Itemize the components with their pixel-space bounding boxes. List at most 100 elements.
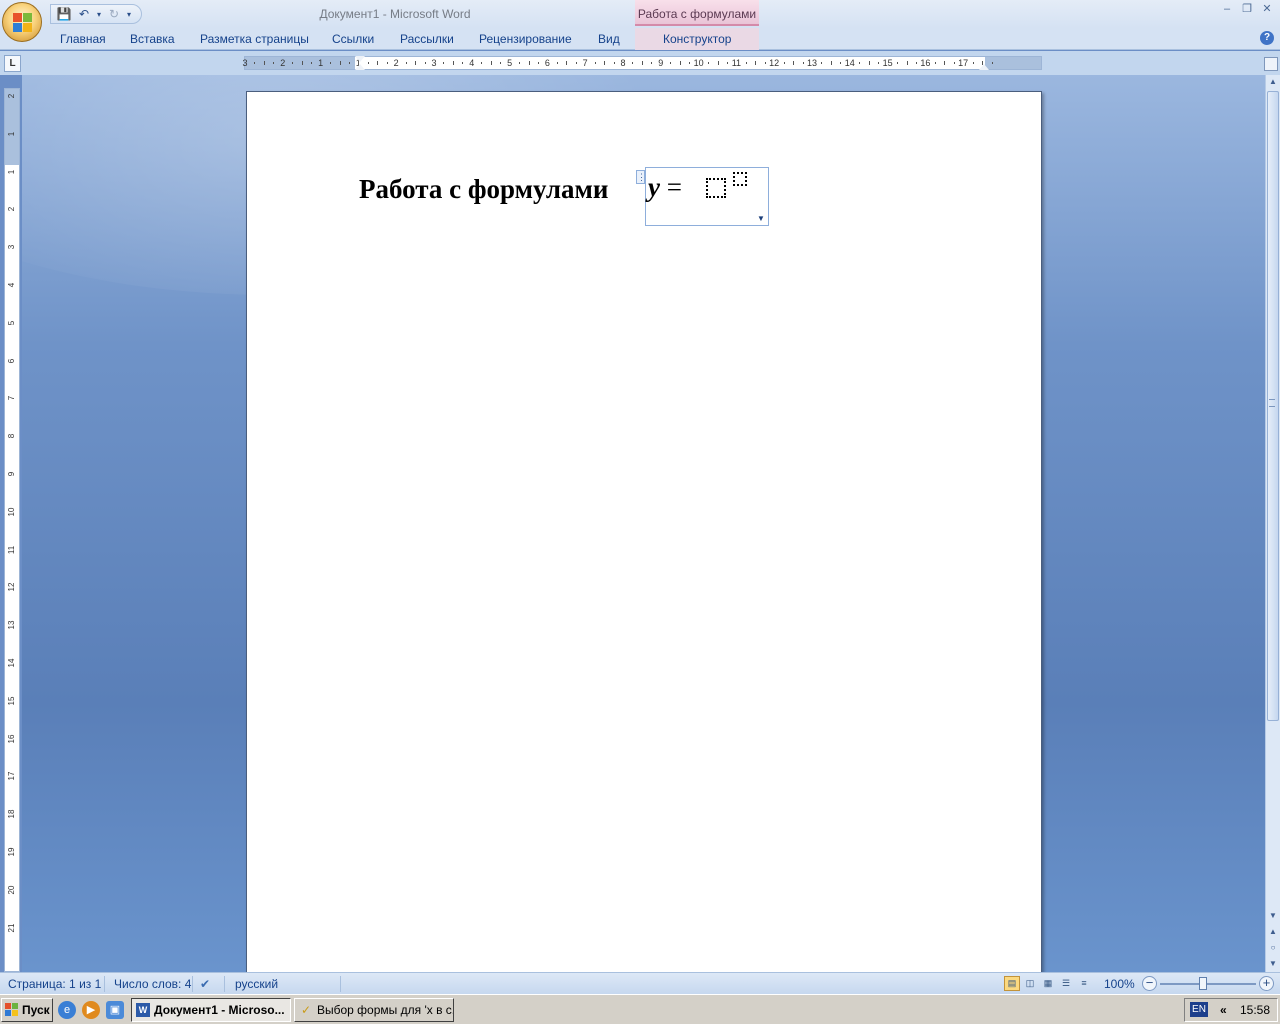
tab-home[interactable]: Главная (60, 32, 106, 46)
taskbar-item-label: Документ1 - Microso... (154, 1003, 285, 1017)
tab-references[interactable]: Ссылки (332, 32, 374, 46)
minimize-button[interactable]: – (1220, 2, 1234, 16)
view-buttons: ▤ ◫ ▦ ☰ ≡ (1004, 976, 1092, 991)
ruler-number: 18 (7, 809, 16, 819)
ruler-tick (424, 62, 426, 64)
tab-view[interactable]: Вид (598, 32, 620, 46)
tray-expand-icon[interactable]: « (1220, 1003, 1227, 1017)
vertical-ruler[interactable]: 2 1 1 2 3 4 5 6 7 8 9 10 11 12 13 14 15 16 17 18 19 20 21 (4, 88, 20, 972)
ruler-number: 13 (806, 58, 817, 68)
office-button[interactable] (2, 2, 42, 42)
ruler-tick (311, 62, 313, 64)
scroll-up-icon[interactable]: ▲ (1266, 75, 1280, 89)
ruler-number: 16 (920, 58, 931, 68)
scroll-grip-icon (1269, 399, 1275, 407)
ruler-number: 7 (7, 396, 16, 401)
ruler-right-margin (985, 57, 1041, 69)
ruler-tick (481, 62, 483, 64)
full-screen-reading-icon[interactable]: ◫ (1022, 976, 1038, 991)
equation-operator: = (666, 172, 682, 202)
equation-superscript-placeholder[interactable] (733, 172, 747, 186)
zoom-slider-track[interactable] (1160, 983, 1256, 985)
view-ruler-icon[interactable] (1264, 57, 1278, 71)
spelling-check-icon[interactable]: ✔ (200, 977, 210, 991)
ruler-number: 10 (7, 507, 16, 517)
tab-design[interactable]: Конструктор (663, 32, 731, 46)
status-word-count[interactable]: Число слов: 4 (114, 977, 191, 991)
ruler-tick (793, 61, 795, 65)
print-layout-icon[interactable]: ▤ (1004, 976, 1020, 991)
scroll-down-icon[interactable]: ▼ (1266, 909, 1280, 923)
ruler-tick (708, 62, 710, 64)
taskbar-item-browser[interactable]: ✓ Выбор формы для 'x в с... (294, 998, 454, 1022)
language-indicator[interactable]: EN (1190, 1002, 1208, 1017)
taskbar-item-word[interactable]: W Документ1 - Microso... (131, 998, 291, 1022)
ruler-tick (783, 62, 785, 64)
ruler-number: 2 (7, 93, 16, 99)
ruler-tick (490, 61, 492, 65)
document-workspace: Работа с формулами ⋮ y = ▼ (22, 75, 1265, 972)
equation-text[interactable]: y = (648, 172, 682, 203)
draft-view-icon[interactable]: ≡ (1076, 976, 1092, 991)
tab-stop-selector[interactable]: L (4, 55, 21, 72)
ruler-tick (500, 62, 502, 64)
tab-mailings[interactable]: Рассылки (400, 32, 454, 46)
contextual-tab-header: Работа с формулами (635, 0, 759, 26)
ruler-tick (594, 62, 596, 64)
ruler-number: 3 (7, 244, 16, 250)
status-language[interactable]: русский (235, 977, 278, 991)
first-line-indent-marker[interactable] (355, 56, 365, 62)
document-heading[interactable]: Работа с формулами (359, 174, 608, 205)
zoom-level[interactable]: 100% (1104, 977, 1135, 991)
tab-review[interactable]: Рецензирование (479, 32, 572, 46)
outline-view-icon[interactable]: ☰ (1058, 976, 1074, 991)
ruler-tick (868, 61, 870, 65)
right-indent-marker[interactable] (979, 64, 989, 70)
close-button[interactable]: ✕ (1260, 2, 1274, 16)
clock[interactable]: 15:58 (1240, 1003, 1270, 1017)
tab-insert[interactable]: Вставка (130, 32, 175, 46)
ruler-tick (462, 62, 464, 64)
zoom-in-button[interactable]: + (1259, 976, 1274, 991)
start-button[interactable]: Пуск (1, 998, 53, 1022)
show-desktop-icon[interactable]: ▣ (106, 1001, 124, 1019)
zoom-slider-thumb[interactable] (1198, 977, 1207, 990)
ruler-tick (519, 62, 521, 64)
document-page[interactable]: Работа с формулами ⋮ y = ▼ (246, 91, 1042, 972)
status-divider (340, 976, 341, 992)
vertical-scrollbar[interactable]: ▲ ▼ ▲ ○ ▼ (1265, 75, 1280, 972)
ruler-number: 12 (7, 582, 16, 592)
equation-options-dropdown-icon[interactable]: ▼ (756, 215, 766, 223)
equation-container[interactable]: ⋮ y = ▼ (636, 167, 769, 226)
status-page[interactable]: Страница: 1 из 1 (8, 977, 101, 991)
ruler-number: 4 (469, 58, 475, 68)
tab-page-layout[interactable]: Разметка страницы (200, 32, 309, 46)
media-player-icon[interactable]: ▶ (82, 1001, 100, 1019)
word-icon: W (136, 1003, 150, 1017)
equation-move-handle-icon[interactable]: ⋮ (636, 170, 646, 184)
ruler-tick (348, 62, 350, 64)
ruler-tick (632, 62, 634, 64)
ruler-tick (273, 62, 275, 64)
browse-object-icon[interactable]: ○ (1266, 941, 1280, 955)
ruler-tick (263, 61, 265, 65)
ruler-tick (575, 62, 577, 64)
help-icon[interactable]: ? (1260, 31, 1274, 45)
internet-explorer-icon[interactable]: e (58, 1001, 76, 1019)
ruler-tick (670, 62, 672, 64)
ruler-number: 14 (7, 658, 16, 668)
next-page-icon[interactable]: ▼ (1266, 957, 1280, 971)
zoom-out-button[interactable]: − (1142, 976, 1157, 991)
ruler-tick (745, 62, 747, 64)
ruler-number: 1 (318, 58, 324, 68)
previous-page-icon[interactable]: ▲ (1266, 925, 1280, 939)
ruler-number: 8 (7, 433, 16, 439)
equation-base-placeholder[interactable] (706, 178, 726, 198)
taskbar: Пуск e ▶ ▣ W Документ1 - Microso... ✓ Вы… (0, 994, 1280, 1024)
start-label: Пуск (22, 1003, 50, 1017)
ruler-tick (613, 62, 615, 64)
ruler-tick (821, 62, 823, 64)
restore-button[interactable]: ❐ (1240, 2, 1254, 16)
web-layout-icon[interactable]: ▦ (1040, 976, 1056, 991)
hanging-indent-marker[interactable] (355, 64, 365, 70)
